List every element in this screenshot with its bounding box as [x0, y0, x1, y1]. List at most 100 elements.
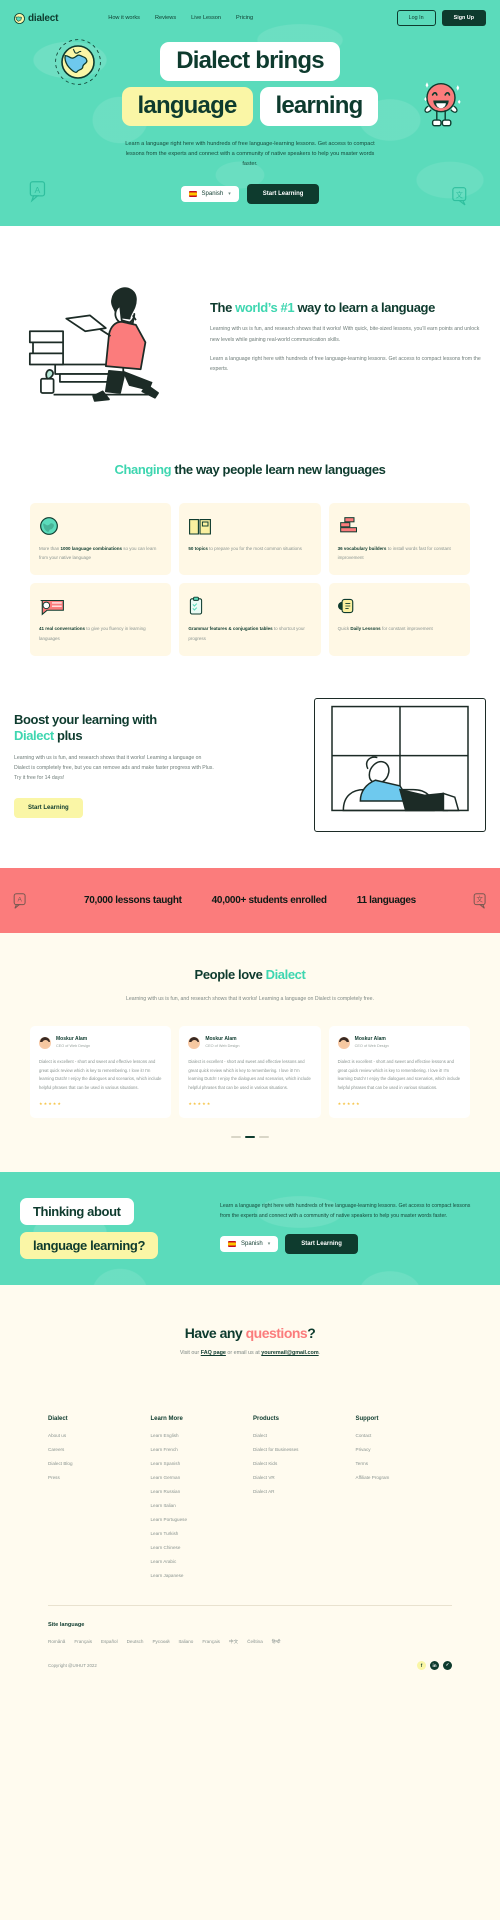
testimonial-card: Moskur Alam CEO of Web Design Dialect is… [179, 1026, 321, 1118]
feature-card: Quick Daily Lessons for constant improve… [328, 583, 470, 656]
footer-link[interactable]: Dialect Blog [48, 1461, 145, 1466]
chevron-down-icon: ▾ [228, 190, 231, 197]
site-language-option[interactable]: Español [101, 1639, 118, 1645]
speech-bubble-icon [39, 594, 162, 616]
cta-pill-language-learning: language learning? [20, 1231, 158, 1259]
footer-link[interactable]: Dialect for Businesses [253, 1447, 350, 1452]
footer-link[interactable]: About us [48, 1433, 145, 1438]
nav-link-pricing[interactable]: Pricing [236, 15, 253, 21]
site-language-option[interactable]: हिन्दी [272, 1639, 281, 1645]
footer-link[interactable]: Learn Japanese [151, 1573, 248, 1578]
site-language-section: Site language Română Français Español De… [0, 1606, 500, 1645]
nav-link-live-lesson[interactable]: Live Lesson [191, 15, 221, 21]
footer-link[interactable]: Learn French [151, 1447, 248, 1452]
top-navigation: dialect How it works Reviews Live Lesson… [0, 0, 500, 36]
facebook-icon[interactable]: f [417, 1660, 426, 1670]
open-book-icon [188, 514, 311, 536]
feature-card-text: More than 1000 language combinations so … [39, 544, 162, 562]
footer: Dialect About us Careers Dialect Blog Pr… [0, 1389, 500, 1692]
footer-link[interactable]: Careers [48, 1447, 145, 1452]
smartwatch-icon [337, 594, 461, 616]
nav-link-how-it-works[interactable]: How it works [108, 15, 140, 21]
boost-title: Boost your learning with Dialect plus [14, 712, 302, 744]
twitter-icon[interactable]: ✓ [443, 1660, 452, 1670]
footer-link[interactable]: Dialect AR [253, 1489, 350, 1494]
chevron-down-icon: ▾ [267, 1241, 271, 1248]
footer-link[interactable]: Dialect VR [253, 1475, 350, 1480]
faq-page-link[interactable]: FAQ page [201, 1350, 226, 1356]
footer-link[interactable]: Learn Spanish [151, 1461, 248, 1466]
footer-link[interactable]: Dialect Kids [253, 1461, 350, 1466]
footer-link[interactable]: Learn Italian [151, 1503, 248, 1508]
carousel-dots[interactable] [0, 1135, 500, 1138]
site-language-option[interactable]: Deutsch [127, 1639, 144, 1645]
testimonial-role: CEO of Web Design [205, 1043, 240, 1048]
feature-bold: Grammar features & conjugation tables [188, 626, 273, 632]
feature-post: to prepare you for the most common situa… [207, 545, 302, 551]
footer-bottom: Copyright @UIHUT 2022 f in ✓ [0, 1645, 500, 1692]
footer-link[interactable]: Contact [356, 1433, 453, 1438]
avatar [337, 1036, 350, 1049]
cta-band-start-learning-button[interactable]: Start Learning [285, 1234, 358, 1255]
stats-banner: A 70,000 lessons taught 40,000+ students… [0, 868, 500, 934]
footer-link[interactable]: Learn Portuguese [151, 1517, 248, 1522]
site-language-option[interactable]: Čeština [247, 1639, 263, 1645]
footer-link[interactable]: Learn German [151, 1475, 248, 1480]
site-language-option[interactable]: Français [202, 1639, 220, 1645]
feature-post: for constant improvement [380, 626, 433, 632]
site-language-option[interactable]: Français [74, 1639, 92, 1645]
site-language-option[interactable]: Română [48, 1639, 65, 1645]
footer-link[interactable]: Affiliate Program [356, 1475, 453, 1480]
footer-link[interactable]: Learn English [151, 1433, 248, 1438]
hero-section: dialect How it works Reviews Live Lesson… [0, 0, 500, 226]
stat-lessons: 70,000 lessons taught [84, 895, 182, 907]
carousel-dot-1[interactable] [231, 1135, 241, 1138]
questions-sub-pre: Visit our [179, 1349, 201, 1356]
feature-card-text: 41 real conversations to give you fluenc… [39, 624, 162, 642]
site-language-option[interactable]: Русский [152, 1639, 169, 1645]
signup-button[interactable]: Sign Up [441, 10, 486, 26]
footer-link[interactable]: Dialect [253, 1433, 350, 1438]
language-select[interactable]: Spanish ▾ [220, 1236, 279, 1253]
feature-card: 36 vocabulary builders to install words … [328, 502, 470, 576]
hero-headline-language: language [121, 86, 253, 126]
footer-column-products: Products Dialect Dialect for Businesses … [253, 1416, 350, 1587]
footer-link[interactable]: Learn Russian [151, 1489, 248, 1494]
nav-link-reviews[interactable]: Reviews [155, 15, 176, 21]
login-button[interactable]: Log In [396, 10, 436, 26]
feature-pre: Quick [337, 626, 351, 632]
site-language-option[interactable]: 中文 [229, 1639, 238, 1645]
boost-section: Boost your learning with Dialect plus Lea… [0, 655, 500, 869]
brand-name: dialect [28, 12, 59, 24]
boost-start-learning-button[interactable]: Start Learning [14, 797, 83, 818]
footer-link[interactable]: Learn Arabic [151, 1559, 248, 1564]
worlds-title: The world’s #1 way to learn a language [210, 300, 486, 316]
svg-text:A: A [35, 184, 41, 194]
landing-page: dialect How it works Reviews Live Lesson… [0, 0, 500, 1692]
brand-logo[interactable]: dialect [14, 13, 58, 24]
testimonials-section: People love Dialect Learning with us is … [0, 933, 500, 1172]
footer-link[interactable]: Terms [356, 1461, 453, 1466]
brick-wall-icon [338, 514, 461, 536]
footer-link[interactable]: Privacy [356, 1447, 453, 1452]
footer-link[interactable]: Learn Chinese [151, 1545, 248, 1550]
carousel-dot-3[interactable] [259, 1135, 269, 1138]
copyright-text: Copyright @UIHUT 2022 [48, 1662, 97, 1668]
worlds-paragraph-1: Learning with us is fun, and research sh… [210, 326, 480, 343]
woman-at-window-illustration [314, 697, 486, 833]
footer-link[interactable]: Learn Turkish [151, 1531, 248, 1536]
footer-column-learn-more: Learn More Learn English Learn French Le… [151, 1416, 248, 1587]
feature-card-text: Grammar features & conjugation tables to… [188, 624, 311, 642]
boost-title-accent: Dialect [14, 727, 54, 743]
testimonial-name: Moskur Alam [354, 1036, 386, 1043]
email-link[interactable]: youremail@gmail.com [261, 1350, 318, 1356]
hero-subtitle: Learn a language right here with hundred… [125, 140, 375, 168]
language-select[interactable]: Spanish ▾ [180, 185, 239, 202]
carousel-dot-2[interactable] [245, 1135, 255, 1138]
site-language-option[interactable]: Italiano [179, 1639, 194, 1645]
spain-flag-icon [188, 190, 197, 197]
footer-link[interactable]: Press [48, 1475, 145, 1480]
hero-start-learning-button[interactable]: Start Learning [246, 183, 320, 204]
feature-bold: 36 vocabulary builders [337, 545, 387, 551]
linkedin-icon[interactable]: in [430, 1660, 439, 1670]
